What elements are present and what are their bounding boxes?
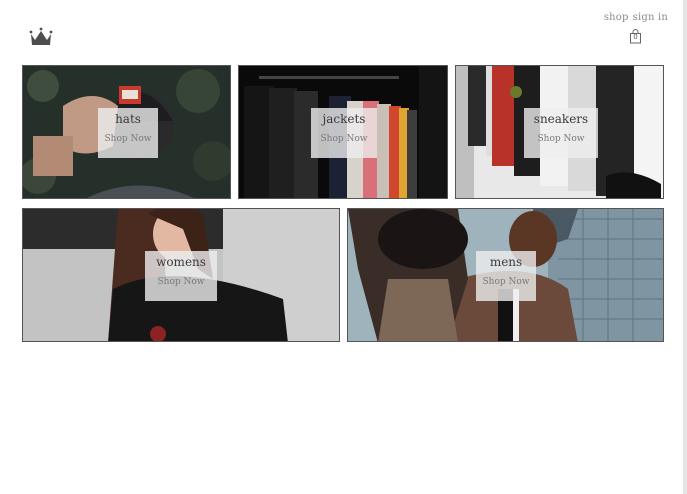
shop-now-link[interactable]: Shop Now: [524, 134, 598, 144]
category-title: mens: [489, 255, 523, 269]
category-title: jackets: [322, 112, 366, 126]
shop-now-link[interactable]: Shop Now: [476, 277, 536, 287]
top-nav: shop sign in: [604, 12, 668, 23]
category-label-box: womens Shop Now: [145, 251, 217, 301]
shop-now-link[interactable]: Shop Now: [311, 134, 377, 144]
cart-button[interactable]: 0: [629, 29, 642, 44]
shop-now-link[interactable]: Shop Now: [98, 134, 158, 144]
crown-icon[interactable]: [28, 26, 54, 48]
category-label-box: hats Shop Now: [98, 108, 158, 158]
category-tile-sneakers[interactable]: sneakers Shop Now: [455, 65, 664, 199]
category-title: sneakers: [533, 112, 589, 126]
cart-count: 0: [633, 33, 638, 41]
category-label-box: sneakers Shop Now: [524, 108, 598, 158]
category-title: hats: [115, 112, 141, 126]
nav-signin-link[interactable]: sign in: [633, 12, 668, 23]
category-label-box: mens Shop Now: [476, 251, 536, 301]
scrollbar[interactable]: [683, 0, 687, 494]
nav-shop-link[interactable]: shop: [604, 12, 629, 23]
category-label-box: jackets Shop Now: [311, 108, 377, 158]
shop-now-link[interactable]: Shop Now: [145, 277, 217, 287]
category-tile-womens[interactable]: womens Shop Now: [22, 208, 340, 342]
category-tile-mens[interactable]: mens Shop Now: [347, 208, 664, 342]
category-title: womens: [156, 255, 206, 269]
category-tile-hats[interactable]: hats Shop Now: [22, 65, 231, 199]
category-tile-jackets[interactable]: jackets Shop Now: [238, 65, 448, 199]
